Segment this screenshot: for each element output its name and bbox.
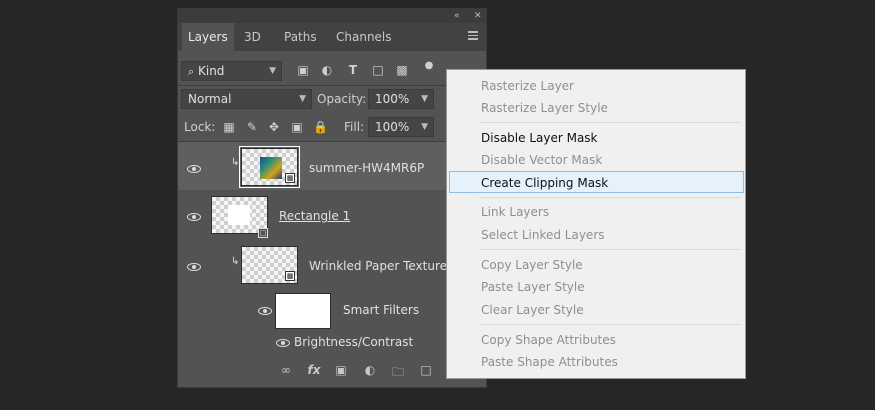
- lock-image-pixels-icon[interactable]: ✎: [245, 118, 259, 136]
- layer-name[interactable]: Brightness/Contrast: [294, 335, 413, 349]
- opacity-value: 100%: [375, 92, 410, 106]
- blend-mode-value: Normal: [188, 92, 232, 106]
- chevron-down-icon: ▼: [269, 66, 276, 76]
- layer-name[interactable]: Rectangle 1: [279, 209, 350, 223]
- menu-item-disable-vector-mask[interactable]: Disable Vector Mask: [481, 152, 602, 168]
- menu-item-copy-shape-attributes[interactable]: Copy Shape Attributes: [481, 332, 616, 348]
- menu-item-link-layers[interactable]: Link Layers: [481, 204, 549, 220]
- menu-item-create-clipping-mask[interactable]: Create Clipping Mask: [481, 175, 608, 191]
- blend-mode-select[interactable]: Normal ▼: [181, 89, 312, 109]
- new-group-folder-icon[interactable]: 🗀: [391, 363, 405, 384]
- fill-value: 100%: [375, 120, 410, 134]
- vector-mask-badge-icon: □: [258, 228, 268, 238]
- menu-item-paste-layer-style[interactable]: Paste Layer Style: [481, 279, 585, 295]
- smart-filters-row[interactable]: Smart Filters: [178, 290, 486, 332]
- tab-channels[interactable]: Channels: [330, 23, 398, 51]
- lock-all-icon[interactable]: 🔒: [313, 118, 328, 136]
- panel-tabs: Layers 3D Paths Channels: [178, 23, 486, 51]
- layer-row[interactable]: ↳ ▩ summer-HW4MR6P: [178, 142, 486, 190]
- menu-divider: [479, 249, 741, 250]
- collapse-panel-icon[interactable]: «: [454, 9, 460, 23]
- panel-title-bar: « ✕: [178, 9, 486, 23]
- menu-item-select-linked-layers[interactable]: Select Linked Layers: [481, 227, 605, 243]
- search-icon: ⌕: [188, 65, 195, 78]
- fx-icon[interactable]: fx: [307, 363, 321, 377]
- divider: [178, 85, 486, 86]
- lock-position-icon[interactable]: ✥: [267, 118, 281, 136]
- smart-object-badge-icon: ▩: [285, 271, 295, 281]
- chevron-down-icon: ▼: [299, 94, 306, 104]
- layer-image-preview: [260, 157, 282, 179]
- shape-filter-icon[interactable]: □: [371, 61, 385, 79]
- opacity-field[interactable]: 100% ▼: [368, 89, 434, 109]
- lock-label: Lock:: [184, 120, 216, 134]
- layer-row[interactable]: □ Rectangle 1: [178, 190, 486, 240]
- image-filter-icon[interactable]: ▣: [296, 61, 310, 79]
- filter-kind-label: Kind: [198, 64, 225, 78]
- visibility-eye-icon[interactable]: [187, 165, 201, 173]
- layer-name[interactable]: Wrinkled Paper Texture: [309, 259, 447, 273]
- lock-artboard-icon[interactable]: ▣: [290, 118, 304, 136]
- layer-name[interactable]: summer-HW4MR6P: [309, 161, 424, 175]
- tab-3d[interactable]: 3D: [238, 23, 267, 51]
- visibility-eye-icon[interactable]: [187, 263, 201, 271]
- layer-name[interactable]: Smart Filters: [343, 303, 419, 317]
- chevron-down-icon: ▼: [421, 122, 428, 132]
- filter-toggle-icon[interactable]: ●: [422, 57, 436, 75]
- visibility-eye-icon[interactable]: [258, 307, 272, 315]
- adjustment-filter-icon[interactable]: ◐: [320, 61, 334, 79]
- filter-kind-select[interactable]: ⌕ Kind ▼: [181, 61, 282, 81]
- menu-item-rasterize-layer[interactable]: Rasterize Layer: [481, 78, 574, 94]
- layer-thumbnail[interactable]: ▩: [241, 246, 298, 284]
- clipping-arrow-icon: ↳: [231, 256, 240, 267]
- menu-item-rasterize-layer-style[interactable]: Rasterize Layer Style: [481, 100, 608, 116]
- menu-item-copy-layer-style[interactable]: Copy Layer Style: [481, 257, 583, 273]
- opacity-label: Opacity:: [317, 92, 367, 106]
- new-layer-icon[interactable]: □: [419, 363, 433, 377]
- tab-layers[interactable]: Layers: [182, 23, 234, 51]
- panel-menu-icon[interactable]: [468, 31, 478, 40]
- visibility-eye-icon[interactable]: [276, 339, 290, 347]
- layer-row[interactable]: ↳ ▩ Wrinkled Paper Texture: [178, 240, 486, 290]
- filter-mask-thumbnail[interactable]: [275, 293, 331, 329]
- adjustment-layer-icon[interactable]: ◐: [363, 363, 377, 377]
- add-mask-icon[interactable]: ▣: [334, 363, 348, 377]
- menu-divider: [479, 197, 741, 198]
- tab-paths[interactable]: Paths: [278, 23, 323, 51]
- layers-bottom-toolbar: ∞ fx ▣ ◐ 🗀 □: [178, 357, 486, 387]
- visibility-eye-icon[interactable]: [187, 213, 201, 221]
- fill-field[interactable]: 100% ▼: [368, 117, 434, 137]
- rectangle-preview: [228, 205, 250, 225]
- smart-object-badge-icon: ▩: [285, 173, 295, 183]
- type-filter-icon[interactable]: T: [346, 61, 360, 79]
- layers-panel: « ✕ Layers 3D Paths Channels ⌕ Kind ▼ ▣ …: [177, 8, 487, 388]
- filter-row[interactable]: Brightness/Contrast: [178, 332, 486, 356]
- menu-divider: [479, 324, 741, 325]
- chevron-down-icon: ▼: [421, 94, 428, 104]
- menu-item-paste-shape-attributes[interactable]: Paste Shape Attributes: [481, 354, 618, 370]
- layer-thumbnail[interactable]: ▩: [239, 146, 300, 188]
- clipping-arrow-icon: ↳: [231, 157, 240, 168]
- link-layers-icon[interactable]: ∞: [279, 363, 293, 377]
- smart-object-filter-icon[interactable]: ▩: [395, 61, 409, 79]
- menu-divider: [479, 122, 741, 123]
- menu-item-clear-layer-style[interactable]: Clear Layer Style: [481, 302, 584, 318]
- close-panel-icon[interactable]: ✕: [474, 9, 482, 23]
- lock-transparent-pixels-icon[interactable]: ▦: [222, 118, 236, 136]
- layer-context-menu: Rasterize Layer Rasterize Layer Style Di…: [446, 69, 746, 379]
- fill-label: Fill:: [344, 120, 365, 134]
- menu-item-disable-layer-mask[interactable]: Disable Layer Mask: [481, 130, 598, 146]
